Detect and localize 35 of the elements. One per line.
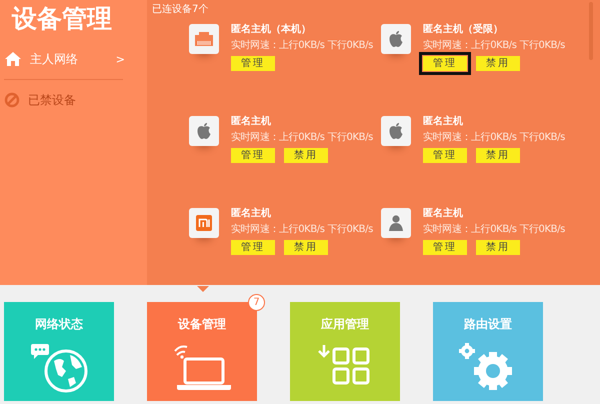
device-speed: 实时网速：上行0KB/s 下行0KB/s [231,39,373,53]
connected-count: 已连设备7个 [152,3,210,17]
device-speed: 实时网速：上行0KB/s 下行0KB/s [423,223,565,237]
device-name: 匿名主机（受限） [423,23,504,37]
device-action-button[interactable]: 禁用 [284,148,328,163]
device-action-button[interactable]: 禁用 [476,56,520,71]
apple-icon [388,122,404,140]
home-icon [4,51,22,67]
ethernet-port-icon [194,31,214,47]
count-badge: 7 [248,294,265,311]
device-name: 匿名主机 [423,207,464,221]
apple-icon [196,122,212,140]
device-action-button[interactable]: 管理 [231,240,275,255]
page-title: 设备管理 [10,3,113,35]
device-action-button[interactable]: 禁用 [476,240,520,255]
device-action-button[interactable]: 管理 [423,56,467,71]
device-action-button[interactable]: 管理 [231,56,275,71]
device-name: 匿名主机（本机） [231,23,312,37]
device-speed: 实时网速：上行0KB/s 下行0KB/s [231,131,373,145]
globe-chat-icon [28,341,90,393]
device-speed: 实时网速：上行0KB/s 下行0KB/s [423,39,565,53]
device-name: 匿名主机 [231,207,272,221]
device-speed: 实时网速：上行0KB/s 下行0KB/s [423,131,565,145]
device-action-button[interactable]: 禁用 [284,240,328,255]
device-action-button[interactable]: 管理 [231,148,275,163]
device-action-button[interactable]: 管理 [423,240,467,255]
device-name: 匿名主机 [231,115,272,129]
device-action-button[interactable]: 禁用 [476,148,520,163]
ban-icon [4,92,20,108]
mi-logo-icon [196,215,212,231]
person-icon [387,214,405,232]
device-action-button[interactable]: 管理 [423,148,467,163]
device-name: 匿名主机 [423,115,464,129]
device-speed: 实时网速：上行0KB/s 下行0KB/s [231,223,373,237]
apple-icon [388,30,404,48]
